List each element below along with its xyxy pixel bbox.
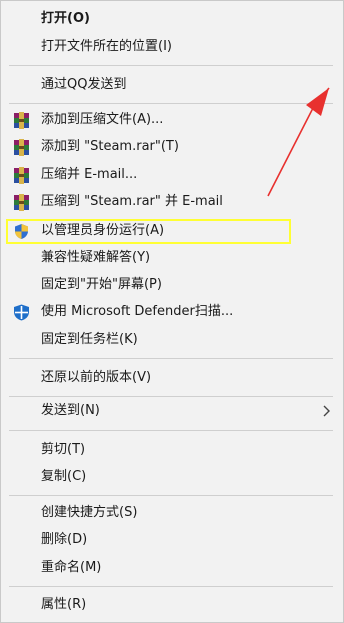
menu-item-label: 添加到压缩文件(A)...	[41, 112, 164, 127]
menu-item-label: 重命名(M)	[41, 560, 102, 575]
menu-item-label: 发送到(N)	[41, 403, 100, 418]
menu-item-restore-previous-versions[interactable]: 还原以前的版本(V)	[1, 365, 331, 391]
menu-item-label: 通过QQ发送到	[41, 77, 127, 92]
menu-item-label: 删除(D)	[41, 532, 88, 547]
defender-shield-icon	[14, 304, 29, 321]
menu-item-label: 属性(R)	[41, 597, 87, 612]
menu-item-create-shortcut[interactable]: 创建快捷方式(S)	[1, 500, 331, 526]
winrar-icon	[14, 139, 29, 156]
chevron-right-icon	[323, 405, 330, 417]
menu-item-label: 复制(C)	[41, 469, 87, 484]
menu-item-label: 使用 Microsoft Defender扫描...	[41, 304, 234, 319]
menu-separator	[9, 396, 333, 397]
menu-item-scan-with-defender[interactable]: 使用 Microsoft Defender扫描...	[1, 299, 331, 325]
menu-item-label: 剪切(T)	[41, 442, 86, 457]
menu-item-send-to[interactable]: 发送到(N)	[1, 398, 341, 424]
annotation-arrow-icon	[267, 87, 330, 197]
menu-item-properties[interactable]: 属性(R)	[1, 592, 331, 618]
menu-item-cut[interactable]: 剪切(T)	[1, 437, 331, 463]
menu-item-rename[interactable]: 重命名(M)	[1, 555, 331, 581]
menu-separator	[9, 65, 333, 66]
menu-item-troubleshoot-compatibility[interactable]: 兼容性疑难解答(Y)	[1, 245, 331, 271]
menu-item-open[interactable]: 打开(O)	[1, 6, 331, 32]
menu-separator	[9, 430, 333, 431]
menu-item-label: 压缩到 "Steam.rar" 并 E-mail	[41, 194, 223, 209]
menu-separator	[9, 358, 333, 359]
menu-item-label: 固定到"开始"屏幕(P)	[41, 277, 162, 292]
menu-item-label: 还原以前的版本(V)	[41, 370, 152, 385]
menu-separator	[9, 495, 333, 496]
menu-item-label: 打开文件所在的位置(I)	[41, 39, 172, 54]
menu-item-label: 创建快捷方式(S)	[41, 505, 138, 520]
highlight-box	[6, 219, 291, 244]
menu-item-open-file-location[interactable]: 打开文件所在的位置(I)	[1, 34, 331, 60]
menu-item-label: 打开(O)	[41, 11, 90, 26]
menu-item-label: 添加到 "Steam.rar"(T)	[41, 139, 179, 154]
menu-item-label: 固定到任务栏(K)	[41, 332, 138, 347]
context-menu: 打开(O) 打开文件所在的位置(I) 通过QQ发送到 添加到压缩文件(A)...…	[0, 0, 344, 623]
menu-separator	[9, 586, 333, 587]
menu-item-copy[interactable]: 复制(C)	[1, 464, 331, 490]
menu-item-delete[interactable]: 删除(D)	[1, 527, 331, 553]
menu-item-label: 兼容性疑难解答(Y)	[41, 250, 151, 265]
winrar-icon	[14, 194, 29, 211]
winrar-icon	[14, 167, 29, 184]
winrar-icon	[14, 112, 29, 129]
menu-item-pin-to-taskbar[interactable]: 固定到任务栏(K)	[1, 327, 331, 353]
menu-item-label: 压缩并 E-mail...	[41, 167, 138, 182]
menu-item-pin-to-start[interactable]: 固定到"开始"屏幕(P)	[1, 272, 331, 298]
